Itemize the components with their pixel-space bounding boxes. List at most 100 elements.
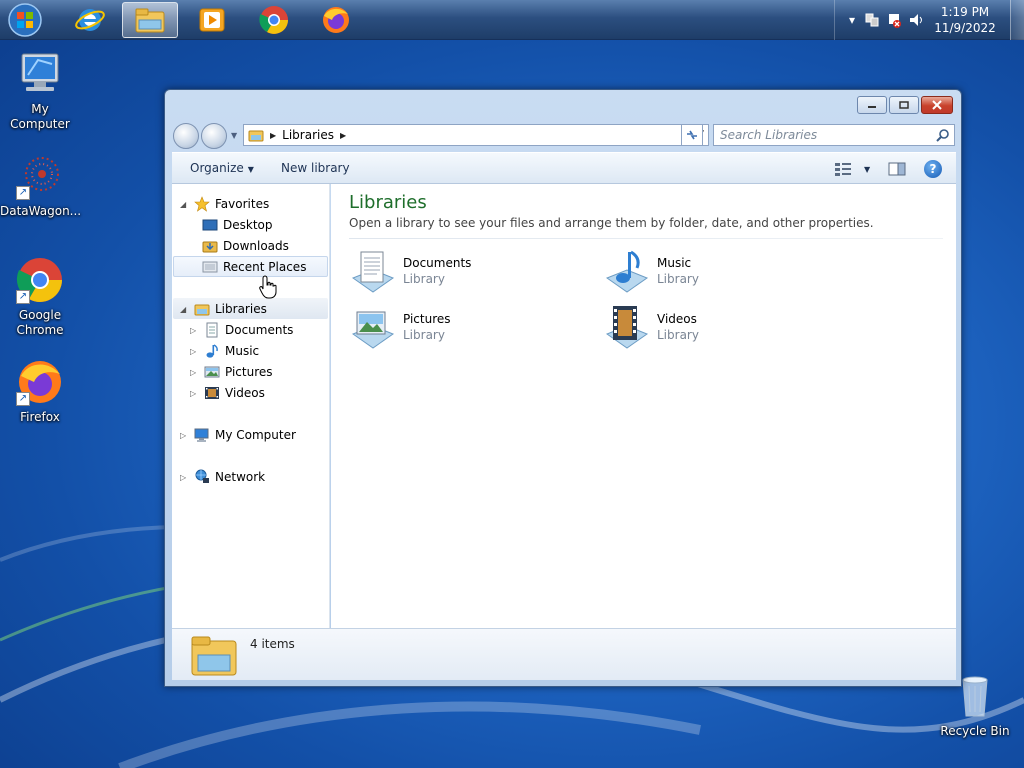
search-input[interactable]: Search Libraries xyxy=(713,124,955,146)
shortcut-arrow-icon: ↗ xyxy=(16,290,30,304)
expand-arrow-icon[interactable]: ▷ xyxy=(190,368,200,377)
clock-time: 1:19 PM xyxy=(940,5,990,19)
nav-documents[interactable]: ▷ Documents xyxy=(190,320,293,340)
chevron-down-icon: ▼ xyxy=(864,165,871,174)
library-item-videos[interactable]: Videos Library xyxy=(603,302,843,354)
collapse-arrow-icon[interactable]: ◢ xyxy=(180,305,190,314)
nav-libraries[interactable]: ◢ Libraries xyxy=(180,299,267,319)
nav-music[interactable]: ▷ Music xyxy=(190,341,259,361)
navigation-pane: ◢ Favorites Desktop Downloads Recent Pla… xyxy=(172,184,330,628)
preview-pane-icon xyxy=(888,162,906,176)
network-tray-icon[interactable] xyxy=(864,12,880,28)
expand-arrow-icon[interactable]: ▷ xyxy=(180,473,190,482)
nav-recent-places[interactable]: Recent Places xyxy=(202,257,306,277)
pictures-icon xyxy=(204,366,220,378)
breadcrumb-libraries[interactable]: Libraries xyxy=(282,128,334,142)
internet-explorer-icon xyxy=(75,9,105,31)
start-button[interactable] xyxy=(6,2,44,38)
chrome-icon xyxy=(259,6,288,34)
taskbar-internet-explorer[interactable] xyxy=(62,2,118,38)
library-name: Pictures xyxy=(403,312,451,326)
music-icon xyxy=(206,344,218,358)
help-icon[interactable]: ? xyxy=(924,160,942,178)
nav-my-computer-label: My Computer xyxy=(215,428,296,442)
expand-arrow-icon[interactable]: ▷ xyxy=(180,431,190,440)
item-count: 4 items xyxy=(250,637,295,651)
recent-pages-dropdown[interactable]: ▼ xyxy=(231,131,237,140)
refresh-button[interactable] xyxy=(681,124,703,146)
library-type: Library xyxy=(403,328,445,342)
system-tray: ▾ 1:19 PM 11/9/2022 xyxy=(834,0,1024,40)
taskbar-clock[interactable]: 1:19 PM 11/9/2022 xyxy=(930,4,1000,36)
nav-network[interactable]: ▷ Network xyxy=(180,467,265,487)
nav-downloads-label: Downloads xyxy=(223,239,289,253)
organize-label: Organize xyxy=(190,161,244,175)
computer-icon xyxy=(21,53,59,91)
taskbar-firefox[interactable] xyxy=(308,2,364,38)
breadcrumb-arrow-icon[interactable]: ▶ xyxy=(340,131,346,140)
documents-icon xyxy=(206,322,218,338)
library-name: Videos xyxy=(657,312,697,326)
volume-icon[interactable] xyxy=(908,12,924,28)
forward-button[interactable] xyxy=(201,123,227,149)
computer-icon xyxy=(194,428,209,442)
organize-button[interactable]: Organize ▼ xyxy=(190,161,254,175)
nav-desktop[interactable]: Desktop xyxy=(202,215,273,235)
page-title: Libraries xyxy=(349,192,427,213)
view-options-dropdown[interactable]: ▼ xyxy=(860,161,870,175)
search-icon[interactable] xyxy=(936,128,950,142)
expand-arrow-icon[interactable]: ▷ xyxy=(190,347,200,356)
nav-downloads[interactable]: Downloads xyxy=(202,236,289,256)
expand-arrow-icon[interactable]: ▷ xyxy=(190,389,200,398)
action-center-icon[interactable] xyxy=(886,12,902,28)
explorer-window: ▼ ▶ Libraries ▶ ▼ Search Libraries Organ… xyxy=(164,89,962,687)
desktop-icon-datawagon[interactable]: ↗ DataWagon... xyxy=(0,152,81,219)
view-icon xyxy=(835,163,851,176)
library-item-pictures[interactable]: Pictures Library xyxy=(349,302,589,354)
maximize-button[interactable] xyxy=(889,96,919,114)
breadcrumb-arrow-icon[interactable]: ▶ xyxy=(270,131,276,140)
clock-date: 11/9/2022 xyxy=(934,21,996,35)
window-controls xyxy=(857,96,953,114)
show-desktop-button[interactable] xyxy=(1010,0,1024,40)
network-icon xyxy=(195,469,209,483)
nav-desktop-label: Desktop xyxy=(223,218,273,232)
taskbar-google-chrome[interactable] xyxy=(246,2,302,38)
nav-pictures[interactable]: ▷ Pictures xyxy=(190,362,273,382)
nav-favorites[interactable]: ◢ Favorites xyxy=(180,194,269,214)
desktop-icon-label: Recycle Bin xyxy=(940,724,1010,738)
library-item-documents[interactable]: Documents Library xyxy=(349,246,589,298)
change-view-button[interactable] xyxy=(834,162,852,179)
desktop-icon-firefox[interactable]: ↗ Firefox xyxy=(0,358,80,425)
close-button[interactable] xyxy=(921,96,953,114)
nav-my-computer[interactable]: ▷ My Computer xyxy=(180,425,296,445)
library-item-music[interactable]: Music Library xyxy=(603,246,843,298)
star-icon xyxy=(194,196,210,212)
folder-icon xyxy=(135,8,165,33)
library-type: Library xyxy=(657,272,699,286)
minimize-button[interactable] xyxy=(857,96,887,114)
preview-pane-button[interactable] xyxy=(888,162,906,179)
shortcut-arrow-icon: ↗ xyxy=(16,186,30,200)
address-bar[interactable]: ▶ Libraries ▶ ▼ xyxy=(243,124,709,146)
expand-arrow-icon[interactable]: ▷ xyxy=(190,326,200,335)
taskbar-file-explorer[interactable] xyxy=(122,2,178,38)
taskbar-media-player[interactable] xyxy=(184,2,240,38)
new-library-button[interactable]: New library xyxy=(281,161,350,175)
show-hidden-icons-icon[interactable]: ▾ xyxy=(844,12,860,28)
page-description: Open a library to see your files and arr… xyxy=(349,216,874,230)
divider xyxy=(349,238,943,239)
desktop-icon-my-computer[interactable]: My Computer xyxy=(0,50,80,132)
nav-videos[interactable]: ▷ Videos xyxy=(190,383,265,403)
new-library-label: New library xyxy=(281,161,350,175)
desktop-icon-google-chrome[interactable]: ↗ Google Chrome xyxy=(0,256,80,338)
taskbar: ▾ 1:19 PM 11/9/2022 xyxy=(0,0,1024,40)
back-button[interactable] xyxy=(173,123,199,149)
desktop-icon-label: Firefox xyxy=(20,410,60,424)
collapse-arrow-icon[interactable]: ◢ xyxy=(180,200,190,209)
hand-cursor-icon xyxy=(259,275,277,299)
restore-icon xyxy=(899,101,909,109)
content-pane: Libraries Open a library to see your fil… xyxy=(331,184,956,628)
desktop-icon-label: Google Chrome xyxy=(16,308,64,337)
close-icon xyxy=(932,100,942,110)
